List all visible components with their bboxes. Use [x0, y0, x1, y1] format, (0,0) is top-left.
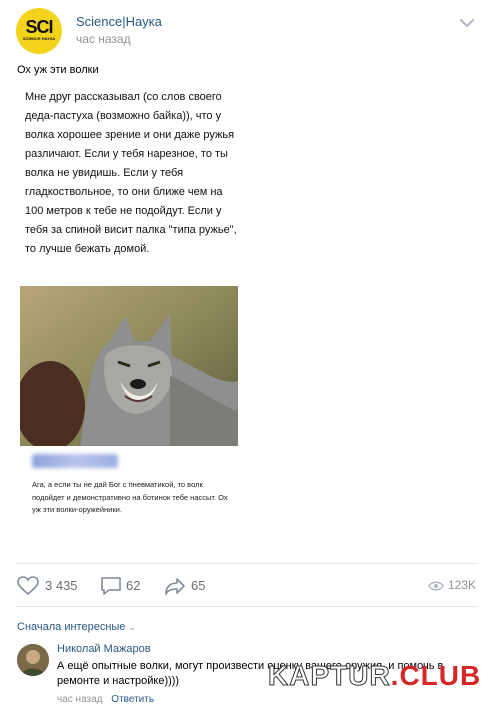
share-icon	[165, 578, 185, 595]
comment-count: 62	[126, 578, 141, 593]
comment-time[interactable]: час назад	[57, 694, 103, 705]
chevron-down-icon[interactable]	[460, 18, 474, 28]
divider	[16, 606, 478, 607]
post-text: Ох уж эти волки	[17, 64, 99, 76]
watermark: KAPTUR.CLUB	[268, 660, 481, 692]
group-avatar[interactable]: SCI SCIENCE НАУКА	[16, 8, 62, 54]
meme-story-text: Мне друг рассказывал (со слов своего дед…	[25, 91, 237, 255]
share-button[interactable]: 65	[164, 576, 214, 596]
chevron-down-icon: ⌄	[128, 622, 137, 632]
divider	[16, 563, 478, 564]
group-name-link[interactable]: Science|Наука	[76, 14, 162, 29]
watermark-part1: KAPTUR	[268, 660, 391, 692]
wolf-illustration	[20, 286, 238, 446]
comment-sort-dropdown[interactable]: Сначала интересные ⌄	[17, 621, 136, 633]
avatar-logo-subtext: SCIENCE НАУКА	[22, 36, 56, 41]
wolf-photo	[20, 286, 238, 446]
share-count: 65	[191, 578, 206, 593]
sort-label: Сначала интересные	[17, 621, 126, 633]
meme-reply-text: Ага, а если ты не дай Бог с пневматикой,…	[32, 480, 228, 514]
post-actions: 3 435 62 65 123K	[0, 568, 498, 604]
avatar-logo-text: SCI	[25, 17, 53, 37]
commenter-avatar[interactable]	[17, 644, 49, 676]
like-count: 3 435	[45, 578, 78, 593]
post-time[interactable]: час назад	[76, 32, 131, 46]
post-header: SCI SCIENCE НАУКА Science|Наука час наза…	[0, 0, 498, 60]
comment-author[interactable]: Николай Мажаров	[57, 643, 151, 655]
eye-icon	[428, 581, 444, 591]
watermark-part2: .CLUB	[390, 660, 482, 691]
comment-button[interactable]: 62	[100, 576, 150, 596]
heart-icon	[17, 576, 39, 596]
like-button[interactable]: 3 435	[17, 576, 87, 596]
post-image[interactable]: Мне друг рассказывал (со слов своего дед…	[20, 82, 238, 542]
blurred-username	[32, 454, 118, 468]
views-count: 123K	[448, 578, 477, 592]
avatar-photo	[17, 644, 49, 676]
comment-meta: час назад Ответить	[57, 694, 154, 705]
reply-button[interactable]: Ответить	[111, 694, 154, 705]
comment-icon	[101, 577, 121, 595]
